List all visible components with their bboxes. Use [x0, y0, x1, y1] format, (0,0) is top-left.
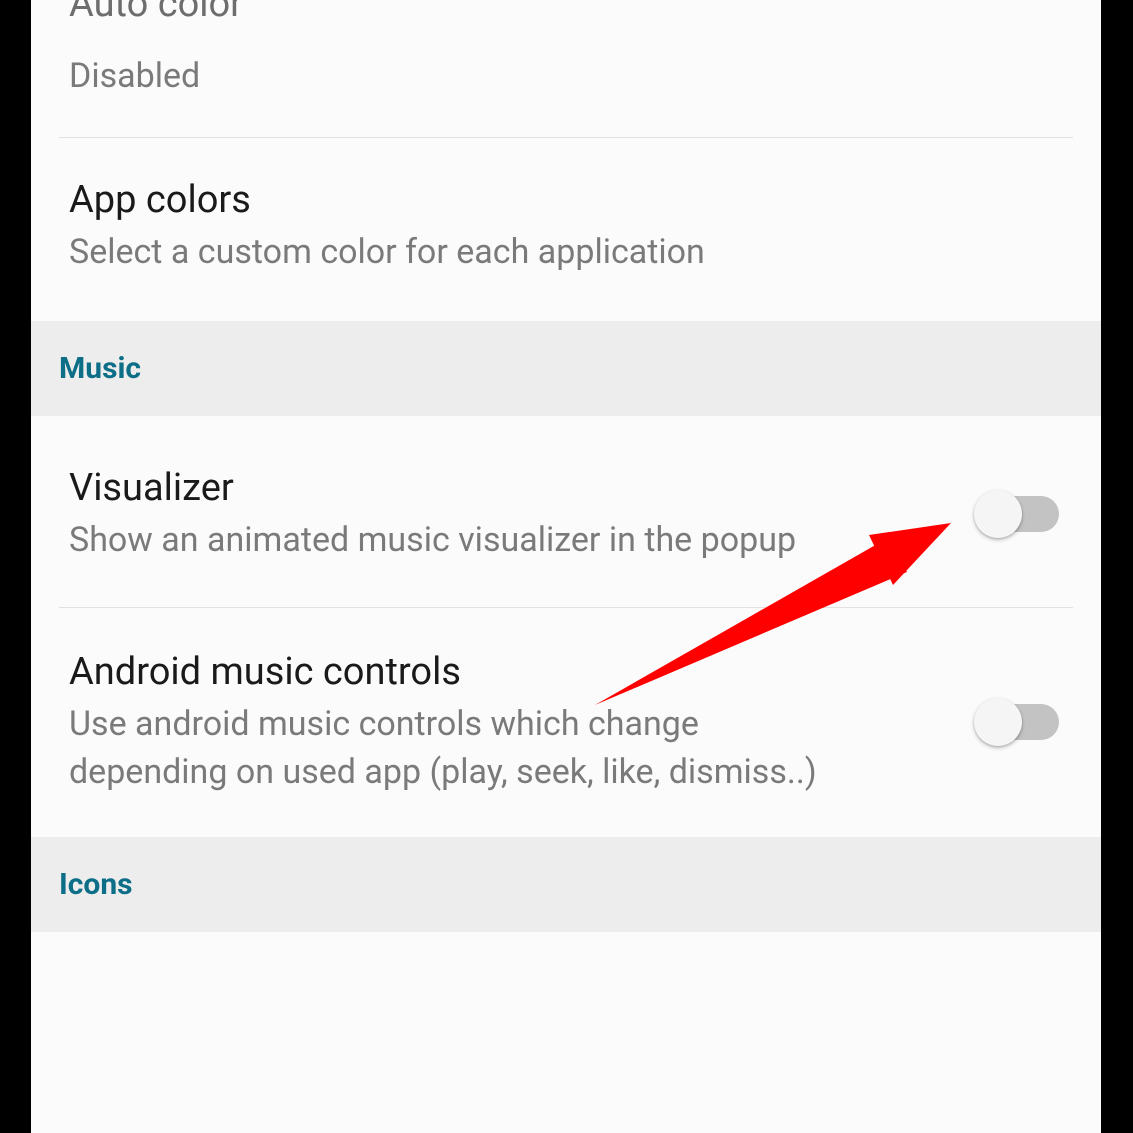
setting-desc: Show an animated music visualizer in the… — [69, 517, 829, 565]
setting-visualizer[interactable]: Visualizer Show an animated music visual… — [31, 416, 1101, 607]
setting-text-block: Android music controls Use android music… — [69, 648, 953, 797]
settings-screen: Auto color Disabled App colors Select a … — [31, 0, 1101, 1133]
setting-title: Android music controls — [69, 648, 953, 697]
android-music-controls-toggle[interactable] — [977, 704, 1059, 740]
setting-desc: Select a custom color for each applicati… — [69, 229, 829, 277]
section-header-icons: Icons — [31, 837, 1101, 932]
setting-desc: Use android music controls which change … — [69, 701, 829, 796]
toggle-thumb — [974, 490, 1022, 538]
setting-app-colors[interactable]: App colors Select a custom color for eac… — [31, 138, 1101, 321]
setting-auto-color[interactable]: Auto color Disabled — [31, 0, 1101, 137]
setting-android-music-controls[interactable]: Android music controls Use android music… — [31, 608, 1101, 837]
setting-text-block: Visualizer Show an animated music visual… — [69, 464, 953, 565]
setting-text-block: App colors Select a custom color for eac… — [69, 176, 1059, 277]
setting-status: Disabled — [69, 53, 829, 101]
trailing-space — [31, 932, 1101, 992]
visualizer-toggle[interactable] — [977, 496, 1059, 532]
setting-title: Visualizer — [69, 464, 953, 513]
toggle-thumb — [974, 698, 1022, 746]
setting-title: Auto color — [69, 0, 1059, 29]
setting-title: App colors — [69, 176, 1059, 225]
setting-text-block: Auto color Disabled — [69, 0, 1059, 101]
section-header-music: Music — [31, 321, 1101, 416]
